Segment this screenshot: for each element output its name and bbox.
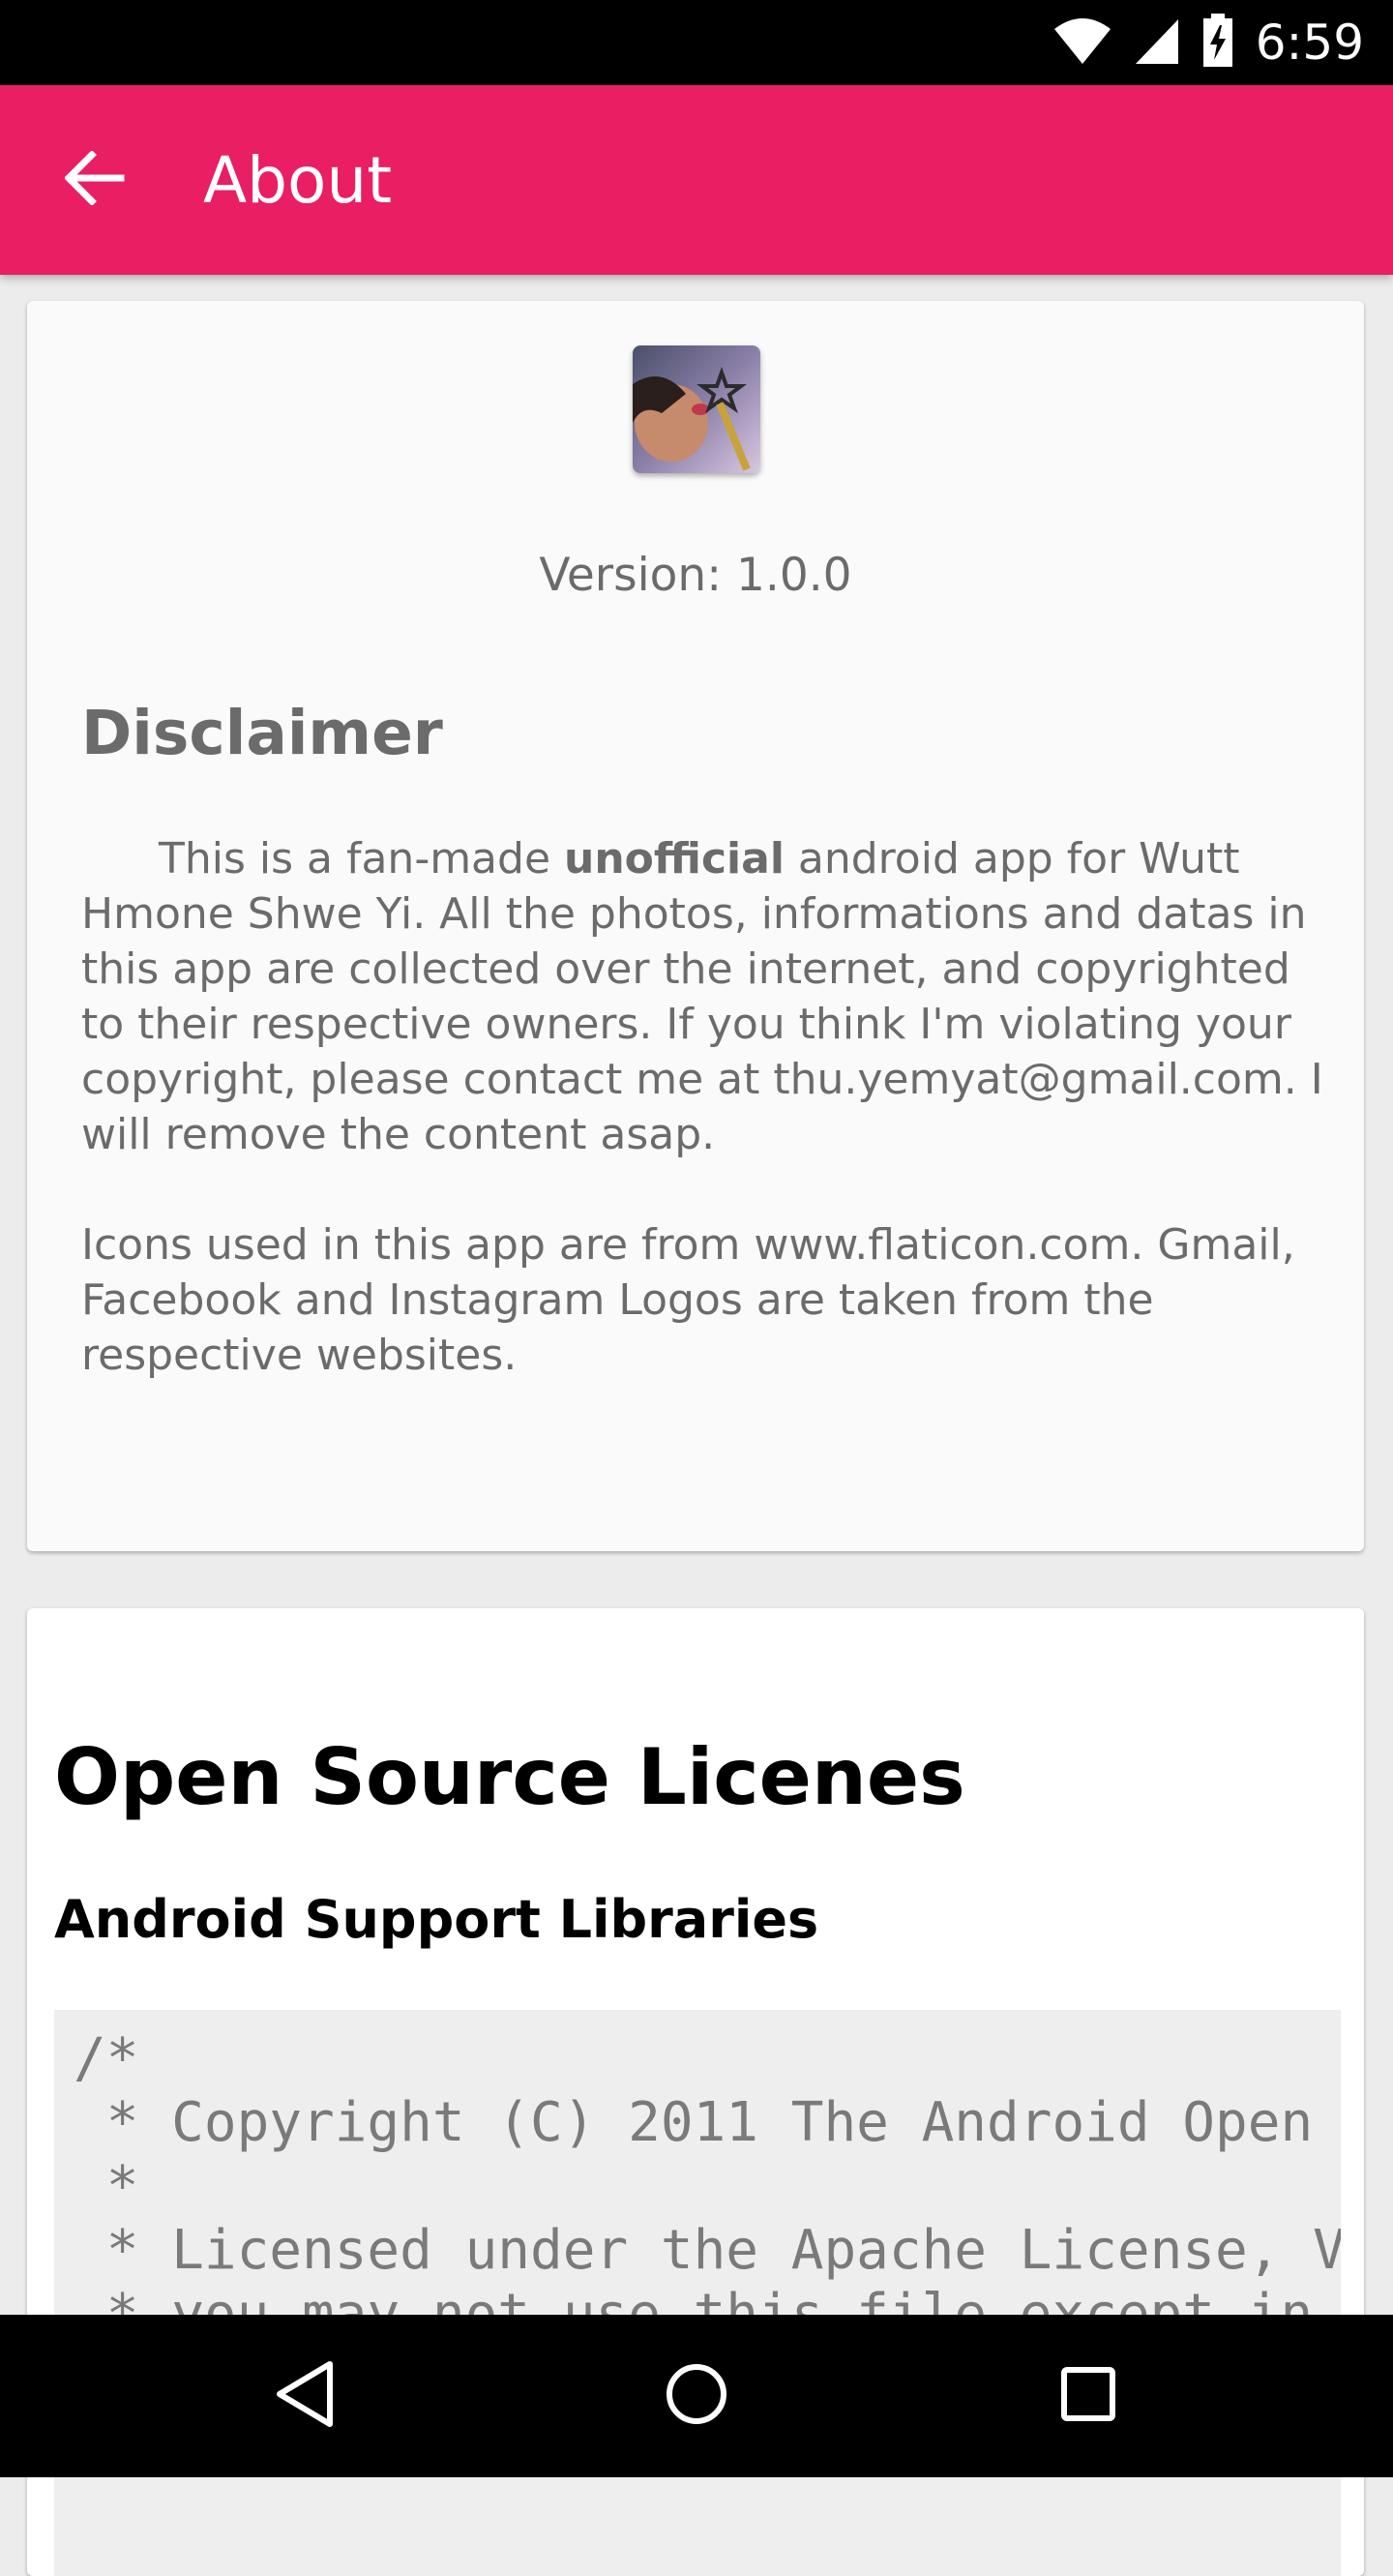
status-icons: 6:59 [1052,0,1364,85]
recents-square-icon [1059,2365,1117,2428]
home-circle-icon [664,2361,729,2432]
disclaimer-unofficial: unofficial [564,834,785,884]
status-bar: 6:59 [0,0,1393,85]
back-triangle-icon [274,2360,336,2433]
about-card: Version: 1.0.0 Disclaimer This is a fan-… [27,301,1364,1551]
battery-charging-icon [1201,13,1234,73]
navigation-bar [0,2315,1393,2477]
nav-home-button[interactable] [648,2348,745,2444]
wifi-icon [1052,15,1112,71]
cell-signal-icon [1134,15,1180,71]
disclaimer-paragraph: This is a fan-made unofficial android ap… [81,831,1329,1162]
arrow-back-icon [64,149,125,210]
code-line: /* [74,2027,139,2090]
code-line: * [74,2155,139,2218]
page-title: About [203,142,393,218]
disclaimer-heading: Disclaimer [81,698,443,768]
disclaimer-body: This is a fan-made unofficial android ap… [81,831,1329,1383]
icons-credit-paragraph: Icons used in this app are from www.flat… [81,1220,1295,1380]
version-text: Version: 1.0.0 [539,549,852,602]
licenses-heading: Open Source Licenes [54,1732,965,1822]
library-name: Android Support Libraries [54,1889,819,1950]
disclaimer-text-start: This is a fan-made [159,834,565,884]
nav-back-button[interactable] [256,2348,353,2444]
status-time: 6:59 [1255,15,1364,71]
back-button[interactable] [46,132,143,228]
nav-recents-button[interactable] [1040,2348,1137,2444]
license-code-block: /* * Copyright (C) 2011 The Android Open… [54,2010,1341,2576]
code-line: * Copyright (C) 2011 The Android Open So… [105,2091,1314,2154]
app-bar: About [0,85,1393,275]
app-logo [633,345,760,473]
code-line: * Licensed under the Apache License, Ver… [105,2219,1341,2282]
